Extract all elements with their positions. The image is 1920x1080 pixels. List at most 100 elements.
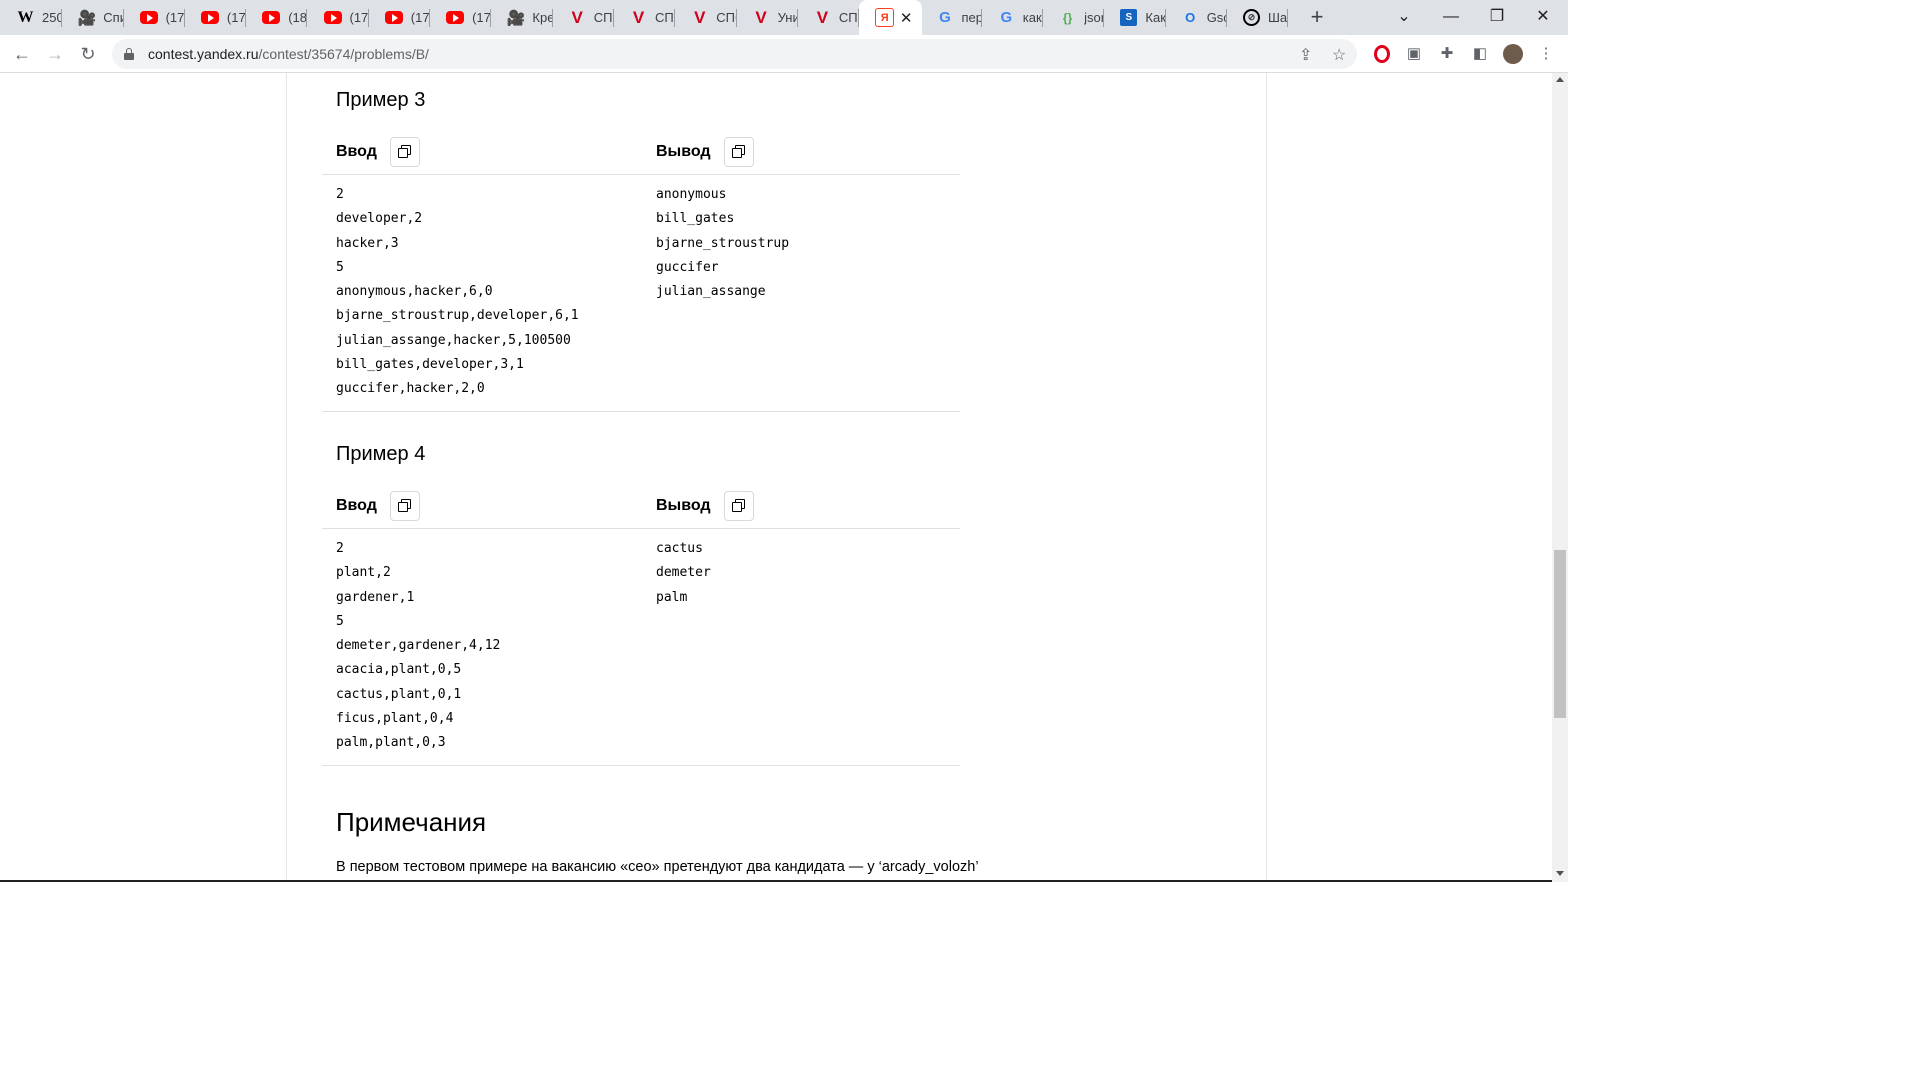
tab-title: Уни xyxy=(777,10,798,25)
browser-tab[interactable]: Я ✕ xyxy=(859,0,923,35)
browser-tab[interactable]: Gкак xyxy=(982,0,1044,35)
page-scrollbar[interactable] xyxy=(1552,73,1568,882)
youtube-icon xyxy=(200,11,219,24)
input-header: Ввод xyxy=(336,137,420,167)
url-host: contest.yandex.ru xyxy=(148,46,259,62)
window-bottom-edge xyxy=(0,880,1552,882)
tab-title: Спи xyxy=(103,10,123,25)
tab-title: Gsc xyxy=(1206,10,1227,25)
youtube-icon xyxy=(323,11,342,24)
copy-icon xyxy=(397,145,412,159)
browser-tab[interactable]: (17 xyxy=(185,0,247,35)
browser-tab[interactable]: (18 xyxy=(246,0,308,35)
scrollbar-thumb[interactable] xyxy=(1554,550,1566,718)
copy-input-button[interactable] xyxy=(389,137,420,167)
address-bar[interactable]: contest.yandex.ru/contest/35674/problems… xyxy=(112,39,1357,69)
browser-tab[interactable]: S Как xyxy=(1104,0,1166,35)
scroll-up-arrow-icon[interactable] xyxy=(1556,77,1564,82)
close-tab-icon[interactable]: ✕ xyxy=(900,9,913,27)
youtube-icon xyxy=(446,11,465,24)
tab-title: Как xyxy=(1145,10,1166,25)
example-output: cactus demeter palm xyxy=(656,541,711,605)
share-icon[interactable]: ⇪ xyxy=(1299,45,1312,65)
tab-strip: W250🎥Спи(17(17(18(17(17(17🎥КреVСПбVСПбVС… xyxy=(0,0,1568,35)
browser-tab[interactable]: 🎥 Спи xyxy=(62,0,124,35)
back-button[interactable]: ← xyxy=(9,41,35,67)
avatar[interactable] xyxy=(1503,44,1523,64)
browser-toolbar: ← → ↻ contest.yandex.ru/contest/35674/pr… xyxy=(0,35,1568,73)
v-logo-icon: V xyxy=(694,7,706,27)
profile-extension-icon[interactable]: ▣ xyxy=(1404,44,1424,64)
notes-paragraph: В первом тестовом примере на вакансию «c… xyxy=(336,859,979,875)
tab-title: (17 xyxy=(226,10,246,25)
copy-output-button[interactable] xyxy=(723,491,754,521)
copy-output-button[interactable] xyxy=(723,137,754,167)
reload-button[interactable]: ↻ xyxy=(75,41,101,67)
input-header: Ввод xyxy=(336,491,420,521)
youtube-icon xyxy=(384,11,403,24)
browser-tab[interactable]: ⊘ Ша xyxy=(1227,0,1289,35)
side-panel-icon[interactable]: ◧ xyxy=(1470,44,1490,64)
browser-tab[interactable]: V Уни xyxy=(737,0,798,35)
divider xyxy=(322,174,960,175)
browser-tab[interactable]: (17 xyxy=(430,0,492,35)
browser-tab[interactable]: (17 xyxy=(308,0,369,35)
kebab-menu-icon[interactable]: ⋮ xyxy=(1536,44,1556,64)
browser-tab[interactable]: O Gsc xyxy=(1166,0,1227,35)
browser-tab[interactable]: V СПб xyxy=(553,0,614,35)
scroll-down-arrow-icon[interactable] xyxy=(1556,871,1564,876)
output-header: Вывод xyxy=(656,491,754,521)
url-text[interactable]: contest.yandex.ru/contest/35674/problems… xyxy=(148,46,429,62)
new-tab-button[interactable]: + xyxy=(1304,4,1330,30)
tab-title: (17 xyxy=(472,10,491,25)
tab-search-chevron-icon[interactable]: ⌄ xyxy=(1381,0,1427,35)
tab-title: (17 xyxy=(410,10,430,25)
tab-title: (17 xyxy=(349,10,369,25)
browser-tab[interactable]: V СПб xyxy=(675,0,737,35)
lock-icon[interactable] xyxy=(124,48,134,60)
tab-title: СПб xyxy=(838,10,859,25)
extensions-puzzle-icon[interactable]: ✚ xyxy=(1437,44,1457,64)
content-left-border xyxy=(286,73,287,882)
stackoverflow-icon: S xyxy=(1120,9,1138,26)
youtube-icon xyxy=(262,11,281,24)
forward-button[interactable]: → xyxy=(42,41,68,67)
wikipedia-icon: W xyxy=(17,8,34,26)
close-window-button[interactable]: ✕ xyxy=(1520,0,1566,35)
opera-extension-icon[interactable] xyxy=(1374,45,1390,63)
stop-icon: ⊘ xyxy=(1243,9,1260,26)
bookmark-star-icon[interactable]: ☆ xyxy=(1332,45,1346,65)
output-header: Вывод xyxy=(656,137,754,167)
browser-tab[interactable]: (17 xyxy=(369,0,431,35)
example-title: Пример 4 xyxy=(336,443,426,465)
browser-tab[interactable]: (17 xyxy=(124,0,185,35)
tab-separator xyxy=(1287,9,1289,27)
browser-tab[interactable]: 🎥 Кре xyxy=(491,0,553,35)
tab-title: 250 xyxy=(42,10,63,25)
example-title: Пример 3 xyxy=(336,89,426,111)
browser-tab[interactable]: V СПб xyxy=(798,0,860,35)
opera-o-icon: O xyxy=(1185,10,1196,25)
example-input: 2 developer,2 hacker,3 5 anonymous,hacke… xyxy=(336,187,579,397)
v-logo-icon: V xyxy=(755,7,767,27)
input-label: Ввод xyxy=(336,143,377,160)
tab-title: как xyxy=(1022,10,1042,25)
notes-heading: Примечания xyxy=(336,807,487,837)
yandex-icon: Я xyxy=(875,8,895,27)
google-icon: G xyxy=(1000,9,1013,26)
youtube-icon xyxy=(139,11,158,24)
video-camera-icon: 🎥 xyxy=(77,9,97,27)
copy-input-button[interactable] xyxy=(389,491,420,521)
browser-tab[interactable]: V СПб xyxy=(614,0,676,35)
minimize-button[interactable]: — xyxy=(1428,0,1474,35)
browser-tab[interactable]: Gпер xyxy=(921,0,982,35)
v-logo-icon: V xyxy=(632,7,645,27)
copy-icon xyxy=(397,499,412,513)
browser-tab[interactable]: W 250 xyxy=(1,0,63,35)
v-logo-icon: V xyxy=(816,7,829,27)
url-path: /contest/35674/problems/B/ xyxy=(258,46,429,62)
browser-tab[interactable]: {} json xyxy=(1043,0,1105,35)
divider xyxy=(322,765,960,766)
divider xyxy=(322,528,960,529)
restore-button[interactable]: ❐ xyxy=(1474,0,1520,35)
